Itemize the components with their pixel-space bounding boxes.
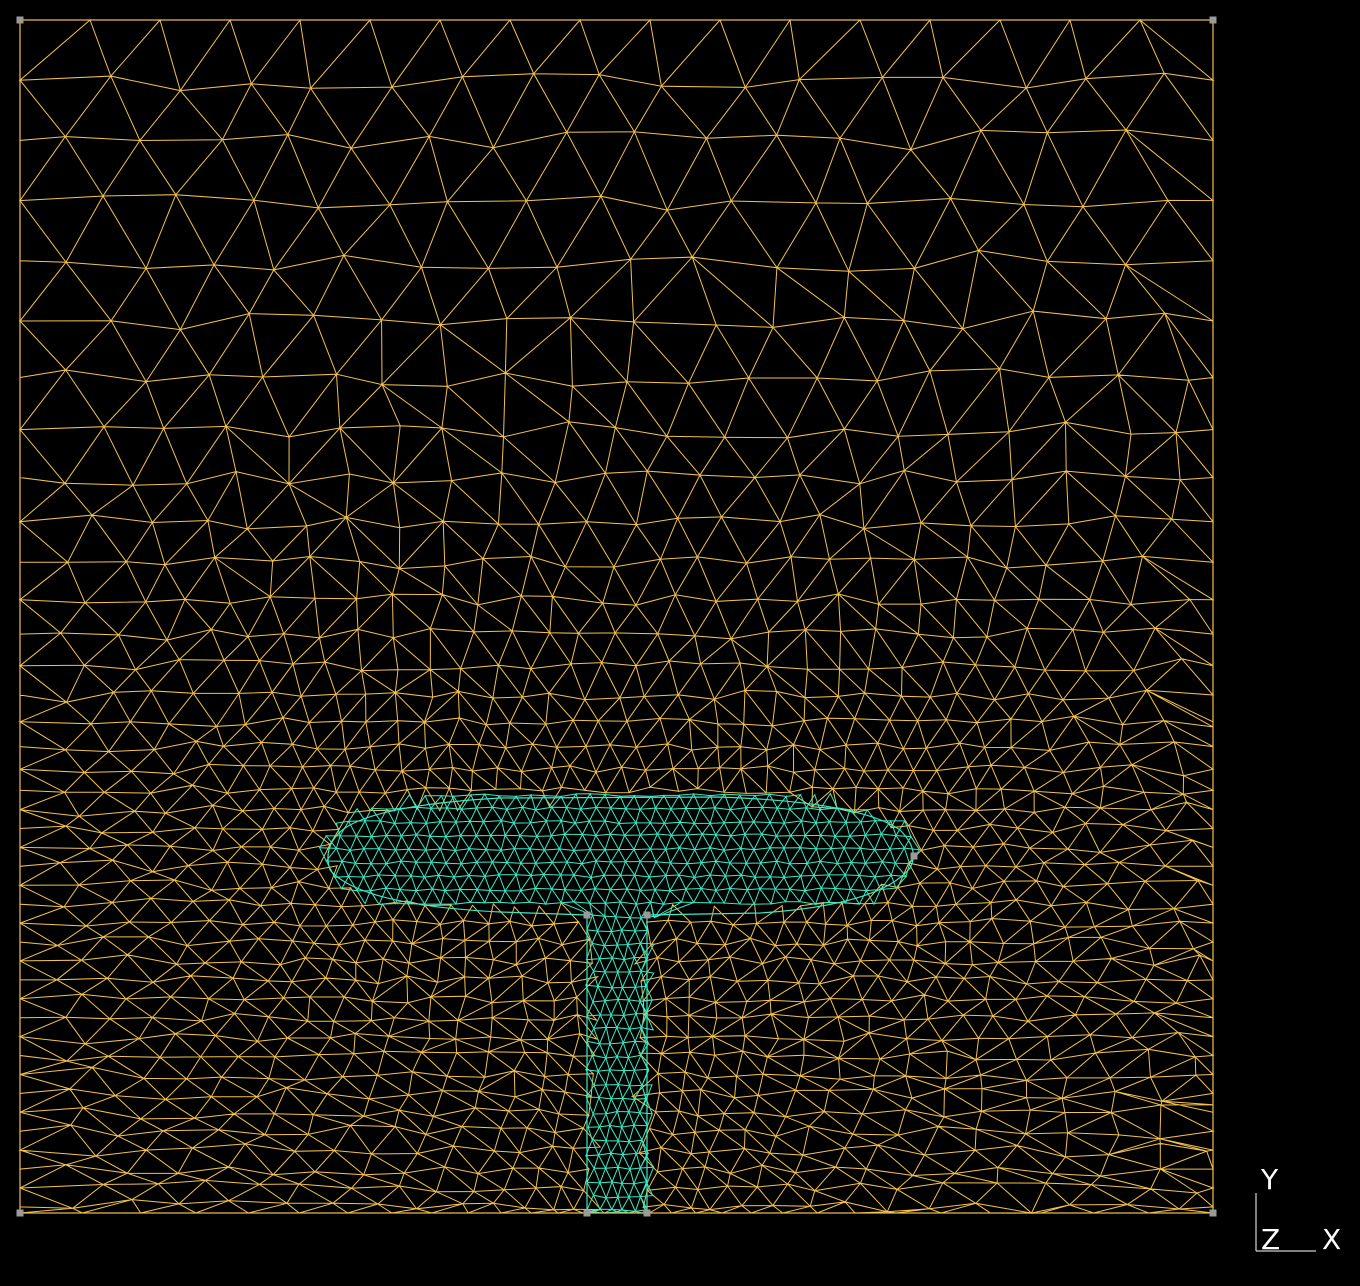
vertex-marker[interactable] — [583, 911, 591, 919]
vertex-marker[interactable] — [583, 1209, 591, 1217]
vertex-marker[interactable] — [910, 852, 918, 860]
mesh-viewport[interactable]: Y Z X — [0, 0, 1360, 1286]
domain-boundary-rect — [19, 19, 1214, 1214]
vertex-marker[interactable] — [16, 16, 24, 24]
vertex-marker[interactable] — [16, 1209, 24, 1217]
outer-mesh-wireframe — [18, 18, 1215, 1214]
vertex-marker[interactable] — [643, 1209, 651, 1217]
domain-boundary — [19, 19, 1214, 1214]
z-axis-label: Z — [1261, 1223, 1281, 1256]
x-axis-label: X — [1322, 1223, 1342, 1256]
outer-mesh-edges — [18, 18, 1215, 1214]
y-axis-label: Y — [1261, 1163, 1279, 1196]
vertex-marker[interactable] — [643, 911, 651, 919]
vertex-marker[interactable] — [1209, 16, 1217, 24]
mesh-canvas[interactable] — [0, 0, 1360, 1286]
vertex-marker[interactable] — [1209, 1209, 1217, 1217]
